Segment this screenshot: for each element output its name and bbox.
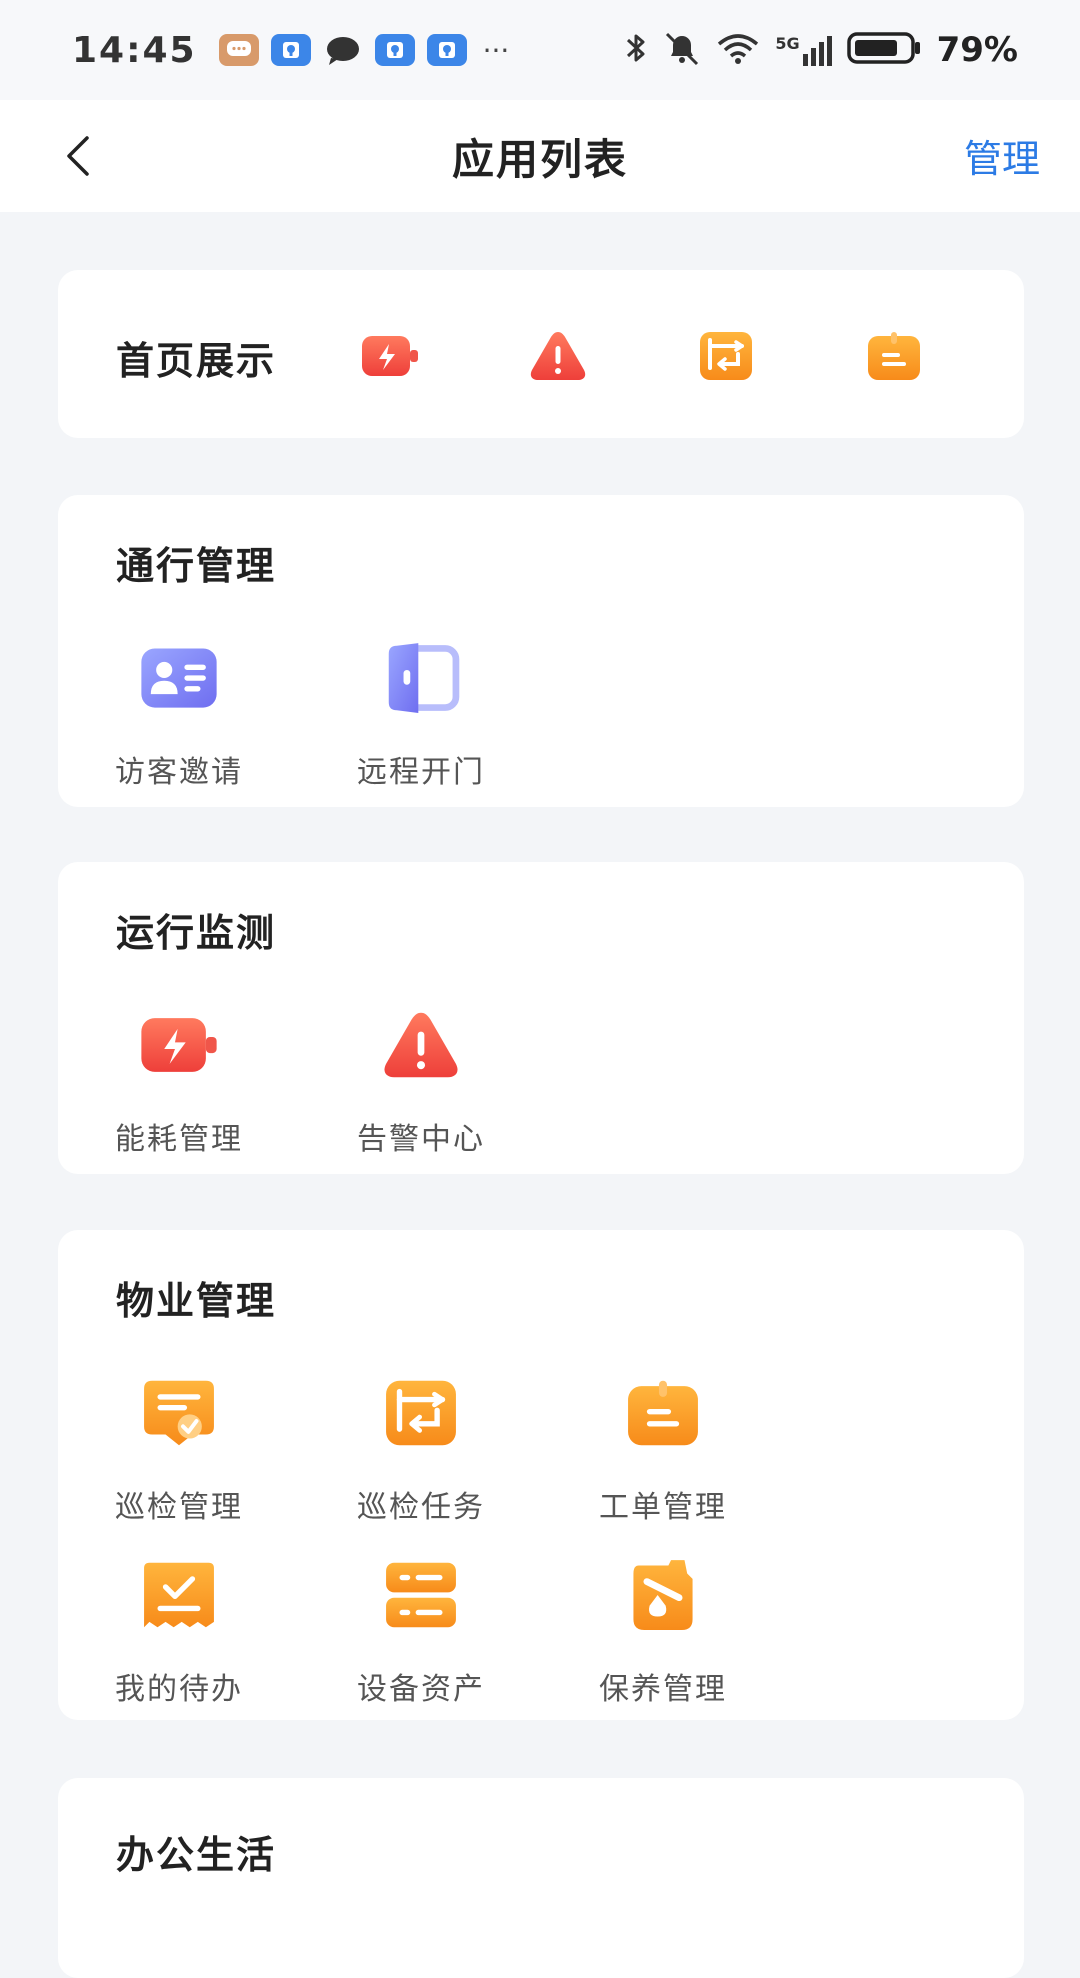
alert-icon — [378, 1002, 464, 1088]
section-title: 物业管理 — [116, 1279, 277, 1323]
app-label: 工单管理 — [599, 1490, 727, 1525]
app-grid: 巡检管理 巡检任务 工单管理 我的待办 设备资产 保养管理 — [58, 1370, 1024, 1734]
app-remote-door[interactable]: 远程开门 — [300, 635, 542, 817]
app-notification-icon — [270, 34, 311, 66]
energy-icon — [136, 1002, 222, 1088]
energy-icon[interactable] — [358, 324, 422, 388]
office-life-card: 办公生活 — [58, 1778, 1024, 1978]
manage-button[interactable]: 管理 — [964, 128, 1040, 183]
back-arrow-icon — [67, 136, 89, 176]
battery-percentage: 79% — [936, 30, 1018, 70]
app-work-order[interactable]: 工单管理 — [542, 1370, 784, 1552]
app-grid: 访客邀请 远程开门 — [58, 635, 1024, 817]
home-display-card: 首页展示 — [58, 270, 1024, 438]
visitor-card-icon — [136, 635, 222, 721]
battery-icon — [846, 30, 923, 70]
alert-icon[interactable] — [526, 324, 590, 388]
app-grid: 能耗管理 告警中心 — [58, 1002, 1024, 1184]
home-display-title: 首页展示 — [116, 339, 277, 383]
inspection-icon — [136, 1370, 222, 1456]
todo-icon — [136, 1552, 222, 1638]
status-bar: 14:45 ··· 5G 79% — [0, 0, 1080, 100]
back-button[interactable] — [48, 126, 108, 186]
page-title: 应用列表 — [451, 134, 628, 184]
app-label: 我的待办 — [115, 1672, 243, 1707]
inspection-task-icon — [378, 1370, 464, 1456]
door-icon — [378, 635, 464, 721]
work-order-icon — [620, 1370, 706, 1456]
app-energy-management[interactable]: 能耗管理 — [58, 1002, 300, 1184]
app-inspection-task[interactable]: 巡检任务 — [300, 1370, 542, 1552]
app-notification-icon — [374, 34, 415, 66]
operation-monitoring-card: 运行监测 能耗管理 告警中心 — [58, 862, 1024, 1174]
app-maintenance[interactable]: 保养管理 — [542, 1552, 784, 1732]
status-left: 14:45 ··· — [72, 30, 509, 71]
section-title: 办公生活 — [116, 1833, 277, 1877]
navigation-bar: 应用列表 管理 — [0, 100, 1080, 212]
network-type-label: 5G — [775, 34, 800, 53]
app-visitor-invite[interactable]: 访客邀请 — [58, 635, 300, 817]
app-alert-center[interactable]: 告警中心 — [300, 1002, 542, 1184]
wifi-icon — [715, 30, 761, 70]
property-management-card: 物业管理 巡检管理 巡检任务 工单管理 我的待办 设备资产 保养管理 — [58, 1230, 1024, 1720]
chat-notification-icon — [323, 34, 363, 66]
app-label: 设备资产 — [357, 1672, 485, 1707]
section-title: 运行监测 — [116, 911, 277, 955]
signal-icon: 5G — [775, 34, 832, 66]
app-my-todo[interactable]: 我的待办 — [58, 1552, 300, 1734]
asset-icon — [378, 1552, 464, 1638]
app-label: 保养管理 — [599, 1672, 727, 1707]
status-right: 5G 79% — [623, 30, 1018, 70]
app-inspection-management[interactable]: 巡检管理 — [58, 1370, 300, 1552]
access-management-card: 通行管理 访客邀请 远程开门 — [58, 495, 1024, 807]
app-equipment-assets[interactable]: 设备资产 — [300, 1552, 542, 1732]
app-label: 访客邀请 — [115, 755, 243, 790]
status-time: 14:45 — [72, 29, 197, 71]
maintenance-icon — [620, 1552, 706, 1638]
app-label: 远程开门 — [357, 755, 485, 790]
section-title: 通行管理 — [116, 544, 277, 588]
message-notification-icon — [218, 34, 259, 66]
app-label: 告警中心 — [357, 1122, 485, 1157]
bluetooth-icon — [623, 30, 649, 70]
app-label: 能耗管理 — [115, 1122, 243, 1157]
mute-icon — [663, 30, 701, 70]
inspection-task-icon[interactable] — [694, 324, 758, 388]
work-order-icon[interactable] — [862, 324, 926, 388]
app-label: 巡检管理 — [115, 1490, 243, 1525]
home-display-icons — [358, 324, 926, 388]
app-label: 巡检任务 — [357, 1490, 485, 1525]
more-notifications-icon: ··· — [482, 33, 510, 67]
app-notification-icon — [426, 34, 467, 66]
